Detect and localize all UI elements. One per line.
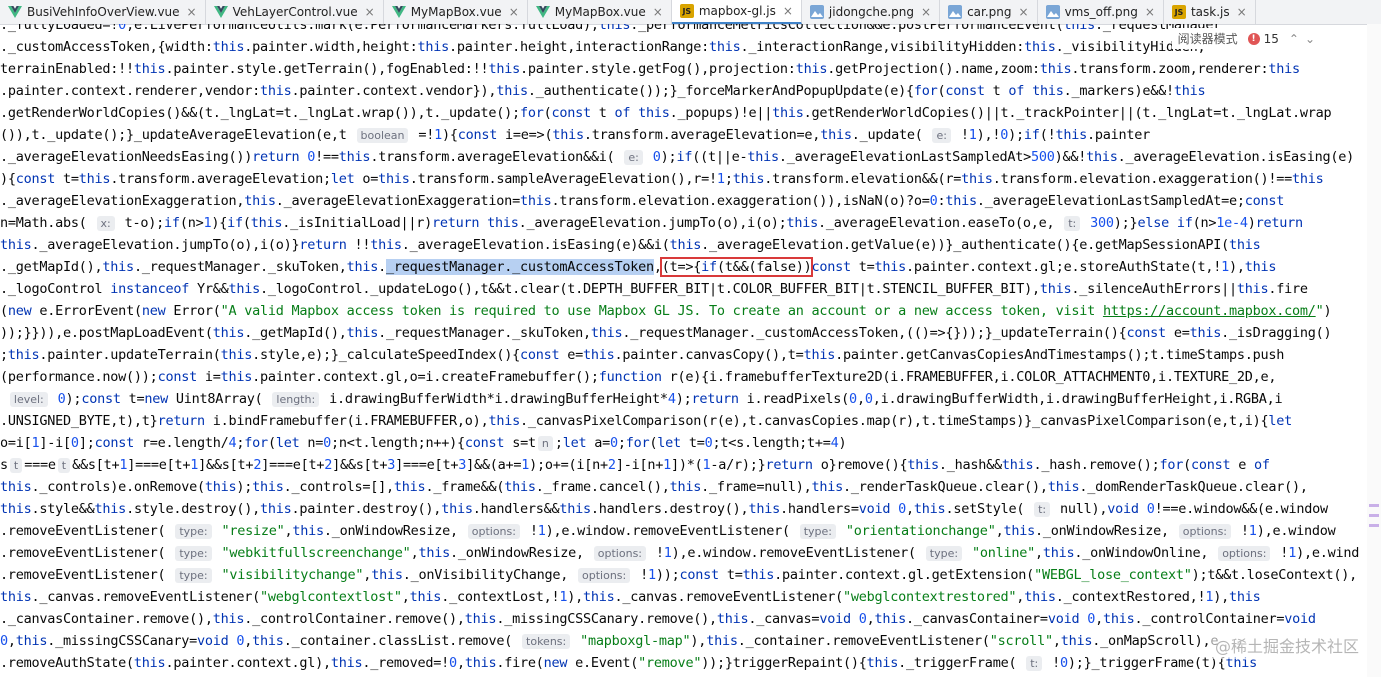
tab-0[interactable]: BusiVehInfoOverView.vue × xyxy=(0,0,206,24)
code-line: ._getMapId(),this._requestManager._skuTo… xyxy=(0,257,1277,277)
image-file-icon xyxy=(809,5,824,19)
code-line: this._canvas.removeEventListener("webglc… xyxy=(0,589,1261,605)
code-line: 0,this._missingCSSCanary=void 0,this._co… xyxy=(0,633,1219,649)
tab-1[interactable]: VehLayerControl.vue × xyxy=(206,0,384,24)
close-icon[interactable]: × xyxy=(187,5,197,19)
tab-label: BusiVehInfoOverView.vue xyxy=(27,5,180,19)
close-icon[interactable]: × xyxy=(1019,5,1029,19)
code-line: .removeEventListener( type: "visibilityc… xyxy=(0,567,1358,583)
code-line: level: 0);const t=new Uint8Array( length… xyxy=(0,388,1360,410)
code-line: .removeAuthState(this.painter.context.gl… xyxy=(0,655,1257,671)
vue-file-icon xyxy=(391,5,406,19)
tab-7[interactable]: vms_off.png × xyxy=(1038,0,1164,24)
chevron-down-icon[interactable]: ⌄ xyxy=(1305,32,1315,46)
tab-label: MyMapBox.vue xyxy=(410,5,502,19)
code-lines: ._fullyLoaded=!0,e.LivePerformanceUtils.… xyxy=(0,24,1360,674)
code-line: o=i[1]-i[0];const r=e.length/4;for(let n… xyxy=(0,435,847,451)
warnings-count: 15 xyxy=(1263,31,1279,46)
code-line: ){const t=this.transform.averageElevatio… xyxy=(0,171,1324,187)
js-file-icon: JS xyxy=(1171,5,1186,19)
chevron-up-icon[interactable]: ⌃ xyxy=(1289,32,1299,46)
vue-file-icon xyxy=(213,5,228,19)
code-line: (performance.now());const i=this.painter… xyxy=(0,369,1277,385)
code-line: ));}})),e.postMapLoadEvent(this._getMapI… xyxy=(0,325,1332,341)
tab-4[interactable]: JS mapbox-gl.js × xyxy=(671,0,802,24)
tab-label: task.js xyxy=(1190,5,1230,19)
tab-label: VehLayerControl.vue xyxy=(232,5,358,19)
code-line: this._averageElevation.jumpTo(o),i(o)}re… xyxy=(0,237,1261,253)
tab-2[interactable]: MyMapBox.vue × xyxy=(384,0,528,24)
code-line: .UNSIGNED_BYTE,t),t}return i.bindFramebu… xyxy=(0,413,1292,429)
warning-icon: ! xyxy=(1247,32,1260,45)
scrollbar[interactable] xyxy=(1367,24,1381,677)
editor-tab-bar: BusiVehInfoOverView.vue × VehLayerControl.… xyxy=(0,0,1381,25)
code-line: .removeEventListener( type: "resize",thi… xyxy=(0,523,1336,539)
code-line: n=Math.abs( x: t-o);if(n>1){if(this._isI… xyxy=(0,215,1303,231)
code-line: s t ===e t &&s[t+1]===e[t+1]&&s[t+2]===e[t+2… xyxy=(0,457,1270,473)
tab-6[interactable]: car.png × xyxy=(940,0,1038,24)
code-line: terrainEnabled:!!this.painter.style.getT… xyxy=(0,61,1300,77)
close-icon[interactable]: × xyxy=(921,5,931,19)
code-line: .getRenderWorldCopies()&&(t._lngLat=t._l… xyxy=(0,105,1332,121)
code-line: this._controls)e.onRemove(this);this._co… xyxy=(0,479,1308,495)
tab-label: mapbox-gl.js xyxy=(698,4,776,18)
close-icon[interactable]: × xyxy=(653,5,663,19)
warnings-badge[interactable]: ! 15 xyxy=(1247,31,1279,46)
code-line: (new e.ErrorEvent(new Error("A valid Map… xyxy=(0,303,1332,319)
close-icon[interactable]: × xyxy=(783,4,793,18)
scroll-marker xyxy=(1369,504,1379,507)
scroll-marker xyxy=(1369,514,1379,517)
tab-label: MyMapBox.vue xyxy=(554,5,646,19)
tab-label: car.png xyxy=(967,5,1012,19)
tab-label: vms_off.png xyxy=(1064,5,1138,19)
image-file-icon xyxy=(948,5,963,19)
tab-8[interactable]: JS task.js × xyxy=(1164,0,1256,24)
selection: _requestManager._customAccessToken xyxy=(386,259,654,275)
tab-5[interactable]: jidongche.png × xyxy=(802,0,941,24)
close-icon[interactable]: × xyxy=(365,5,375,19)
image-file-icon xyxy=(1045,5,1060,19)
code-line: ;this.painter.updateTerrain(this.style,e… xyxy=(0,347,1285,363)
vue-file-icon xyxy=(535,5,550,19)
reader-mode-button[interactable]: 阅读器模式 xyxy=(1178,30,1238,47)
code-line: .removeEventListener( type: "webkitfulls… xyxy=(0,545,1360,561)
nav-arrows: ⌃ ⌄ xyxy=(1289,32,1315,46)
scroll-marker xyxy=(1369,524,1379,527)
js-file-icon: JS xyxy=(679,4,694,18)
code-line: this.style&&this.style.destroy(),this.pa… xyxy=(0,501,1328,517)
code-line: ._averageElevationNeedsEasing())return 0… xyxy=(0,149,1354,165)
tab-3[interactable]: MyMapBox.vue × xyxy=(528,0,672,24)
code-line: ()),t._update();}_updateAverageElevation… xyxy=(0,127,1150,143)
vue-file-icon xyxy=(8,5,22,19)
close-icon[interactable]: × xyxy=(509,5,519,19)
code-line: ._averageElevationExaggeration,this._ave… xyxy=(0,193,1285,209)
code-line: ._customAccessToken,{width:this.painter.… xyxy=(0,39,1206,55)
close-icon[interactable]: × xyxy=(1145,5,1155,19)
code-line: ._fullyLoaded=!0,e.LivePerformanceUtils.… xyxy=(0,24,1222,33)
code-line: ._canvasContainer.remove(),this._control… xyxy=(0,611,1316,627)
code-editor[interactable]: ._fullyLoaded=!0,e.LivePerformanceUtils.… xyxy=(0,24,1381,677)
code-line: ._logoControl instanceof Yr&&this._logoC… xyxy=(0,281,1308,297)
editor-toolbar: 阅读器模式 ! 15 ⌃ ⌄ xyxy=(1171,28,1321,49)
highlight-box: (t=>{if(t&&(false)) xyxy=(659,257,814,277)
code-line: .painter.context.renderer,vendor:this.pa… xyxy=(0,83,1206,99)
tab-label: jidongche.png xyxy=(828,5,915,19)
close-icon[interactable]: × xyxy=(1237,5,1247,19)
watermark: @稀土掘金技术社区 xyxy=(1210,631,1363,659)
